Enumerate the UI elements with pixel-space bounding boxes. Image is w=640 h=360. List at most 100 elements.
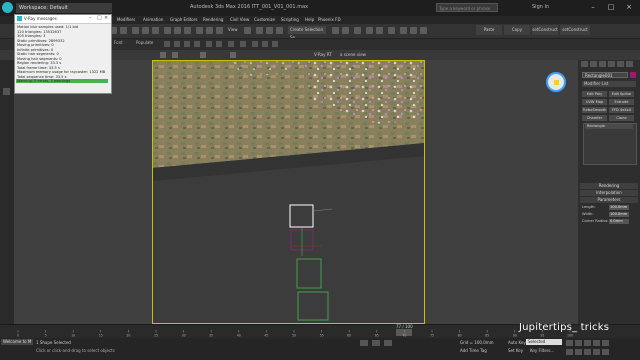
select-by-name-icon[interactable] [174, 27, 181, 34]
align-icon[interactable] [342, 27, 349, 34]
tool-icon-6[interactable] [216, 41, 222, 47]
viewcube-face-icon[interactable] [554, 80, 559, 85]
tool-icon-3[interactable] [184, 41, 190, 47]
viewport-options[interactable]: a scene view [340, 52, 366, 57]
turbosmooth-button[interactable]: TurboSmooth [582, 107, 607, 113]
width-field[interactable]: 100.0mm [609, 212, 629, 217]
edit-poly-button[interactable]: Edit Poly [582, 91, 607, 97]
pivot-icon[interactable] [244, 27, 251, 34]
material-editor-icon[interactable] [388, 27, 395, 34]
rotate-icon[interactable] [206, 27, 213, 34]
next-frame-icon[interactable] [593, 340, 600, 346]
set-construct-button[interactable]: setConstruct [532, 25, 558, 35]
zoom-icon[interactable] [566, 349, 573, 355]
create-tab-icon[interactable] [581, 61, 588, 67]
messages-minimize-button[interactable]: – [89, 15, 92, 21]
modifier-stack[interactable] [583, 123, 637, 165]
rendered-frame-icon[interactable] [410, 27, 417, 34]
chamfer-button[interactable]: Chamfer [582, 115, 607, 121]
key-filters-button[interactable]: Key Filters... [530, 348, 554, 353]
clone-button[interactable]: Clone [609, 115, 634, 121]
modifier-list-dropdown[interactable]: Modifier List [582, 81, 636, 87]
redo-icon[interactable] [120, 27, 127, 34]
paste-button[interactable]: Paste [476, 25, 502, 35]
corner-radius-field[interactable]: 0.0mm [609, 219, 629, 224]
ribbon-tab-populate[interactable]: Populate [136, 40, 153, 45]
object-color-swatch[interactable] [630, 72, 636, 78]
motion-tab-icon[interactable] [608, 61, 615, 67]
workspace-selector[interactable]: Workspace: Default [16, 3, 112, 13]
percent-snap-icon[interactable] [276, 27, 283, 34]
pan-icon[interactable] [593, 349, 600, 355]
length-field[interactable]: 100.0mm [609, 205, 629, 210]
ribbon-icon-5[interactable] [200, 52, 206, 58]
scale-icon[interactable] [216, 27, 223, 34]
dock-icon[interactable] [3, 88, 10, 95]
tool-icon-7[interactable] [228, 41, 234, 47]
rollout-rendering[interactable]: Rendering [580, 183, 638, 189]
menu-item-scripting[interactable]: Scripting [281, 17, 299, 22]
link-icon[interactable] [132, 27, 139, 34]
play-icon[interactable] [584, 340, 591, 346]
go-to-end-icon[interactable] [602, 340, 609, 346]
snap-icon[interactable] [256, 27, 263, 34]
stack-item-rectangle[interactable]: Rectangle [585, 124, 633, 129]
display-tab-icon[interactable] [617, 61, 624, 67]
track-bar[interactable]: 0 5 10 15 20 25 30 35 40 45 50 55 60 65 70 75 80 85 90 95 10… [14, 330, 574, 338]
menu-item-customize[interactable]: Customize [254, 17, 275, 22]
uvw-map-button[interactable]: UVW Map [582, 99, 607, 105]
tool-icon-4[interactable] [194, 41, 200, 47]
render-icon[interactable] [420, 27, 427, 34]
close-button[interactable]: × [622, 1, 636, 14]
app-logo-icon[interactable] [2, 2, 13, 13]
layer-manager-icon[interactable] [354, 27, 361, 34]
menu-item-phoenix-fd[interactable]: Phoenix FD [318, 17, 341, 22]
menu-item-rendering[interactable]: Rendering [203, 17, 223, 22]
menu-item-modifiers[interactable]: Modifiers [117, 17, 135, 22]
extrude-button[interactable]: Extrude [609, 99, 634, 105]
object-name-field[interactable]: Rectangle001 [582, 72, 628, 78]
selection-set-input[interactable]: Create Selection Se [288, 26, 326, 40]
messages-maximize-button[interactable]: □ [97, 15, 102, 21]
view-dropdown[interactable]: View [228, 27, 238, 32]
angle-snap-icon[interactable] [266, 27, 273, 34]
tool-icon-5[interactable] [206, 41, 212, 47]
bind-space-warp-icon[interactable] [152, 27, 159, 34]
tool-icon-10[interactable] [262, 41, 268, 47]
sign-in-link[interactable]: Sign In [532, 4, 549, 10]
mirror-icon[interactable] [332, 27, 339, 34]
ribbon-icon-6[interactable] [230, 52, 236, 58]
edit-spline-button[interactable]: Edit Spline [609, 91, 634, 97]
menu-item-help[interactable]: Help [305, 17, 314, 22]
orbit-icon[interactable] [602, 349, 609, 355]
key-mode-dropdown[interactable]: Selected [526, 339, 562, 345]
tool-icon-8[interactable] [240, 41, 246, 47]
menu-item-animation[interactable]: Animation [143, 17, 163, 22]
viewcube-icon[interactable] [546, 72, 566, 92]
go-to-start-icon[interactable] [566, 340, 573, 346]
maxscript-listener[interactable]: Welcome to M [1, 339, 33, 345]
set-construct-button-2[interactable]: setConstruct [560, 25, 590, 35]
schematic-view-icon[interactable] [376, 27, 383, 34]
zoom-extents-icon[interactable] [584, 349, 591, 355]
maximize-button[interactable]: □ [604, 1, 618, 14]
minimize-button[interactable]: – [586, 1, 600, 14]
ribbon-tab-font[interactable]: Font [114, 40, 123, 45]
move-icon[interactable] [196, 27, 203, 34]
utilities-tab-icon[interactable] [626, 61, 633, 67]
set-key-button[interactable]: Set Key [508, 348, 523, 353]
previous-frame-icon[interactable] [575, 340, 582, 346]
rollout-parameters[interactable]: Parameters [580, 197, 638, 203]
auto-key-button[interactable]: Auto Key [508, 340, 526, 345]
add-time-tag[interactable]: Add Time Tag [460, 348, 487, 353]
tool-icon-9[interactable] [252, 41, 258, 47]
menu-item-civil-view[interactable]: Civil View [230, 17, 249, 22]
search-input[interactable]: Type a keyword or phrase [436, 3, 498, 12]
ribbon-icon-3[interactable] [160, 52, 166, 58]
vray-rt-label[interactable]: V-Ray RT [314, 52, 332, 57]
viewport-render[interactable] [152, 60, 425, 324]
isolate-icon[interactable] [372, 340, 380, 346]
modify-tab-icon[interactable] [590, 61, 597, 67]
ribbon-icon-4[interactable] [172, 52, 178, 58]
rollout-interpolation[interactable]: Interpolation [580, 190, 638, 196]
